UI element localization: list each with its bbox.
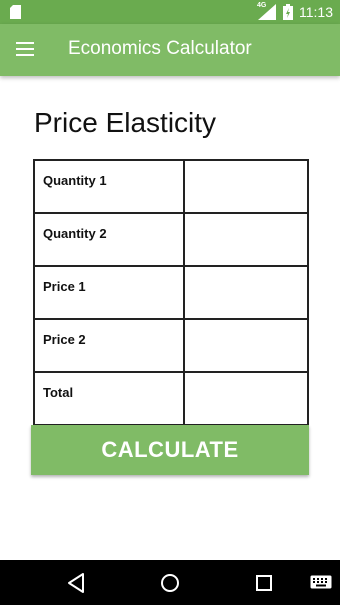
input-table: Quantity 1 Quantity 2 Price 1 Price 2 To… — [32, 159, 309, 426]
quantity-2-input[interactable] — [185, 214, 307, 263]
hamburger-menu-icon[interactable] — [14, 38, 36, 60]
home-icon[interactable] — [159, 572, 181, 594]
table-row: Quantity 2 — [32, 212, 309, 267]
total-output[interactable] — [185, 373, 307, 422]
table-row: Total — [32, 371, 309, 426]
price-1-label: Price 1 — [32, 265, 186, 320]
sd-card-icon — [10, 5, 21, 19]
app-toolbar: Economics Calculator — [0, 24, 340, 76]
quantity-1-label: Quantity 1 — [32, 159, 186, 214]
battery-icon — [283, 4, 293, 20]
table-row: Price 1 — [32, 265, 309, 320]
app-screen: 4G 11:13 Economics Calculator Price Elas… — [0, 0, 340, 605]
signal-icon — [258, 4, 276, 20]
recents-icon[interactable] — [255, 574, 273, 592]
table-row: Quantity 1 — [32, 159, 309, 214]
total-label: Total — [32, 371, 186, 426]
keyboard-icon[interactable] — [310, 575, 332, 590]
app-title: Economics Calculator — [68, 38, 252, 59]
system-nav-bar — [0, 560, 340, 605]
table-row: Price 2 — [32, 318, 309, 373]
status-bar: 4G 11:13 — [0, 0, 340, 24]
price-1-input[interactable] — [185, 267, 307, 316]
quantity-1-input[interactable] — [185, 161, 307, 210]
price-2-input[interactable] — [185, 320, 307, 369]
quantity-2-label: Quantity 2 — [32, 212, 186, 267]
price-2-label: Price 2 — [32, 318, 186, 373]
back-icon[interactable] — [66, 572, 86, 594]
page-title: Price Elasticity — [34, 107, 217, 138]
clock: 11:13 — [299, 4, 333, 20]
calculate-button[interactable]: CALCULATE — [31, 425, 309, 475]
